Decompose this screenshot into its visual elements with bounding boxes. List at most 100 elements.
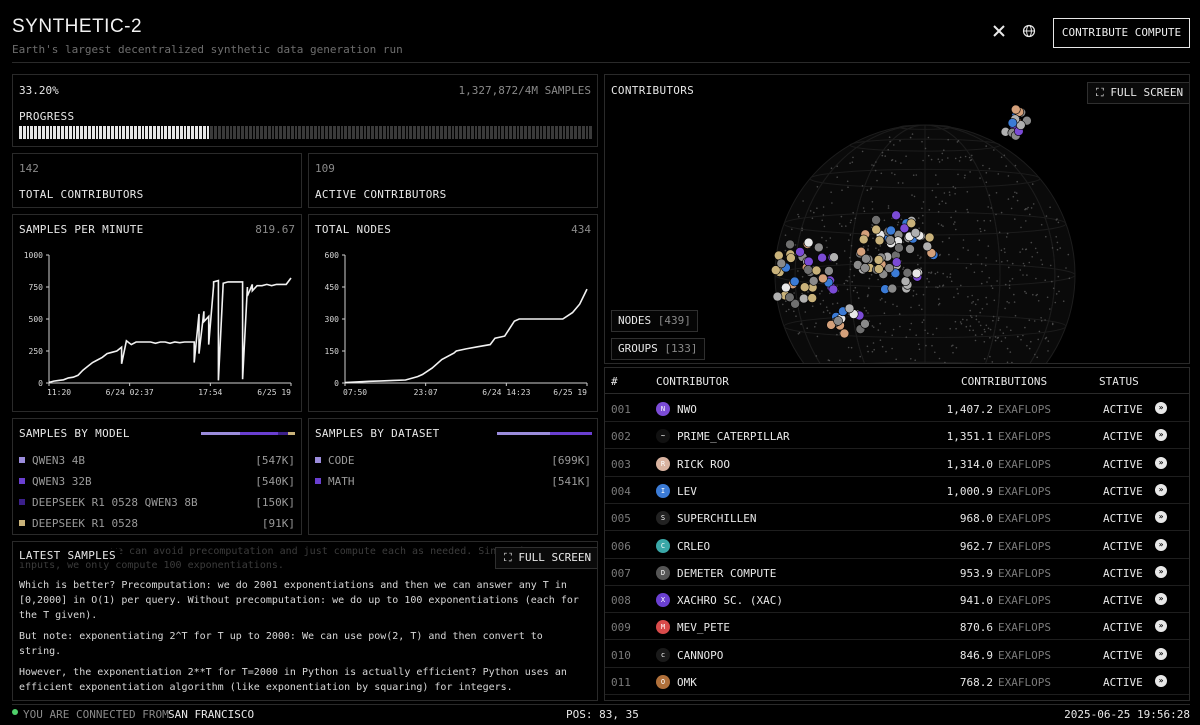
globe-land-dot bbox=[1027, 206, 1029, 209]
stats-link-icon[interactable]: » bbox=[1155, 620, 1167, 633]
stats-link-icon[interactable]: » bbox=[1155, 483, 1167, 496]
stats-link-icon[interactable]: » bbox=[1155, 593, 1167, 606]
contributor-avatar-marker[interactable] bbox=[818, 273, 828, 284]
contributor-avatar-marker[interactable] bbox=[871, 215, 881, 225]
contributor-avatar-marker[interactable] bbox=[861, 254, 871, 264]
globe-land-dot bbox=[942, 225, 944, 227]
latest-fullscreen-button[interactable]: ⛶ FULL SCREEN bbox=[495, 547, 597, 569]
globe-land-dot bbox=[853, 274, 855, 277]
globe-land-dot bbox=[1038, 330, 1041, 333]
table-row[interactable]: 007 D DEMETER COMPUTE 953.9 EXAFLOPS ACTIVE » bbox=[605, 559, 1189, 586]
table-row[interactable]: 011 O OMK 768.2 EXAFLOPS ACTIVE » bbox=[605, 668, 1189, 695]
globe-land-dot bbox=[871, 224, 873, 226]
contributor-avatar-marker[interactable] bbox=[839, 328, 850, 339]
contributor-avatar-marker[interactable] bbox=[884, 263, 895, 273]
contributor-avatar-marker[interactable] bbox=[885, 235, 896, 245]
progress-segment bbox=[313, 126, 317, 139]
groups-toggle[interactable]: GROUPS [133] bbox=[611, 338, 705, 360]
table-row[interactable]: 010 c CANNOPO 846.9 EXAFLOPS ACTIVE » bbox=[605, 641, 1189, 668]
progress-segment bbox=[321, 126, 325, 139]
contributor-avatar-marker[interactable] bbox=[824, 266, 834, 276]
progress-segment bbox=[329, 126, 332, 139]
contributor-avatar-marker[interactable] bbox=[905, 244, 915, 254]
contributor-avatar-marker[interactable] bbox=[772, 291, 783, 302]
table-row[interactable]: 003 R RICK ROO 1,314.0 EXAFLOPS ACTIVE » bbox=[605, 450, 1189, 477]
globe-land-dot bbox=[900, 218, 903, 221]
stats-link-icon[interactable]: » bbox=[1155, 565, 1167, 578]
globe-land-dot bbox=[1037, 338, 1039, 341]
globe-land-dot bbox=[979, 311, 981, 314]
contributor-avatar-marker[interactable] bbox=[902, 268, 913, 278]
x-logo-icon[interactable] bbox=[990, 24, 1008, 42]
contributor-avatar-marker[interactable] bbox=[1010, 104, 1021, 115]
contributor-avatar-marker[interactable] bbox=[860, 319, 870, 329]
stats-link-icon[interactable]: » bbox=[1155, 675, 1167, 687]
globe-land-dot bbox=[897, 221, 900, 224]
contributor-avatar-marker[interactable] bbox=[781, 282, 791, 293]
contributor-avatar-marker[interactable] bbox=[814, 242, 824, 253]
contributor-avatar-marker[interactable] bbox=[873, 255, 884, 265]
contributor-avatar-marker[interactable] bbox=[886, 225, 896, 236]
contributor-avatar-marker[interactable] bbox=[817, 252, 827, 263]
contributor-avatar-marker[interactable] bbox=[789, 276, 800, 287]
contributor-avatar-marker[interactable] bbox=[924, 232, 935, 243]
globe-land-dot bbox=[845, 279, 847, 282]
contributor-avatar-marker[interactable] bbox=[874, 235, 885, 246]
contributor-avatar-marker[interactable] bbox=[807, 293, 817, 303]
stats-link-icon[interactable]: » bbox=[1155, 402, 1167, 414]
stats-link-icon[interactable]: » bbox=[1155, 538, 1167, 551]
contributor-avatar-marker[interactable] bbox=[786, 253, 796, 263]
contributor-avatar-marker[interactable] bbox=[871, 224, 882, 235]
contributor-avatar-marker[interactable] bbox=[795, 247, 805, 257]
globe-fullscreen-button[interactable]: ⛶ FULL SCREEN bbox=[1087, 82, 1189, 104]
contributor-avatar-marker[interactable] bbox=[811, 265, 822, 276]
table-row[interactable]: 008 X XACHRO SC. (XAC) 941.0 EXAFLOPS ACTIVE » bbox=[605, 586, 1189, 614]
status-badge: ACTIVE bbox=[1103, 648, 1143, 662]
stats-link-icon[interactable]: » bbox=[1155, 647, 1167, 660]
contributor-avatar-marker[interactable] bbox=[799, 282, 810, 292]
contributor-avatar-marker[interactable] bbox=[828, 284, 839, 295]
contributor-avatar-marker[interactable] bbox=[891, 210, 901, 221]
nodes-toggle[interactable]: NODES [439] bbox=[611, 310, 698, 332]
contributor-avatar-marker[interactable] bbox=[804, 256, 814, 267]
contributor-avatar-marker[interactable] bbox=[785, 292, 795, 303]
globe-icon[interactable] bbox=[1020, 24, 1038, 42]
contributor-avatar-marker[interactable] bbox=[911, 268, 922, 279]
contributor-avatar-marker[interactable] bbox=[776, 258, 787, 269]
stats-link-icon[interactable]: » bbox=[1155, 456, 1167, 469]
contributor-avatar-marker[interactable] bbox=[1007, 118, 1018, 128]
globe-land-dot bbox=[1044, 319, 1046, 321]
contributor-avatar-marker[interactable] bbox=[900, 276, 911, 286]
contributor-avatar-marker[interactable] bbox=[803, 265, 813, 275]
contributor-avatar-marker[interactable] bbox=[910, 228, 921, 238]
nodes-label: NODES bbox=[618, 314, 652, 327]
contributor-avatar-marker[interactable] bbox=[906, 218, 917, 229]
contributor-avatar-marker[interactable] bbox=[803, 237, 814, 248]
contributor-avatar-marker[interactable] bbox=[860, 263, 870, 273]
contributor-avatar-marker[interactable] bbox=[858, 234, 869, 245]
stats-link-icon[interactable]: » bbox=[1155, 429, 1167, 442]
contributor-avatar-marker[interactable] bbox=[922, 241, 933, 252]
stats-link-icon[interactable]: » bbox=[1155, 511, 1167, 524]
contribute-compute-button[interactable]: CONTRIBUTE COMPUTE bbox=[1053, 18, 1190, 48]
header-contributor: CONTRIBUTOR bbox=[656, 375, 729, 388]
contributor-avatar-marker[interactable] bbox=[808, 276, 819, 286]
contributor-avatar-marker[interactable] bbox=[833, 316, 843, 326]
contributor-avatar-marker[interactable] bbox=[829, 252, 839, 262]
contributor-avatar-marker[interactable] bbox=[844, 303, 855, 314]
contributor-avatar-marker[interactable] bbox=[891, 257, 902, 267]
table-row[interactable]: 005 S SUPERCHILLEN 968.0 EXAFLOPS ACTIVE » bbox=[605, 504, 1189, 532]
contributor-avatar-marker[interactable] bbox=[785, 239, 795, 250]
table-row[interactable]: 002 ~ PRIME_CATERPILLAR 1,351.1 EXAFLOPS ACTI… bbox=[605, 422, 1189, 450]
status-badge: ACTIVE bbox=[1103, 457, 1143, 471]
progress-segment bbox=[371, 126, 375, 139]
contributor-avatar-marker[interactable] bbox=[887, 283, 898, 294]
contributor-avatar-marker[interactable] bbox=[894, 243, 904, 253]
table-row[interactable]: 009 M MEV_PETE 870.6 EXAFLOPS ACTIVE » bbox=[605, 613, 1189, 641]
table-row[interactable]: 006 C CRLEO 962.7 EXAFLOPS ACTIVE » bbox=[605, 532, 1189, 559]
contributor-avatar-marker[interactable] bbox=[799, 293, 809, 304]
table-row[interactable]: 001 N NWO 1,407.2 EXAFLOPS ACTIVE » bbox=[605, 395, 1189, 422]
contributor-avatar-marker[interactable] bbox=[874, 264, 884, 274]
table-row[interactable]: 004 I LEV 1,000.9 EXAFLOPS ACTIVE » bbox=[605, 477, 1189, 504]
progress-segment bbox=[482, 126, 486, 139]
